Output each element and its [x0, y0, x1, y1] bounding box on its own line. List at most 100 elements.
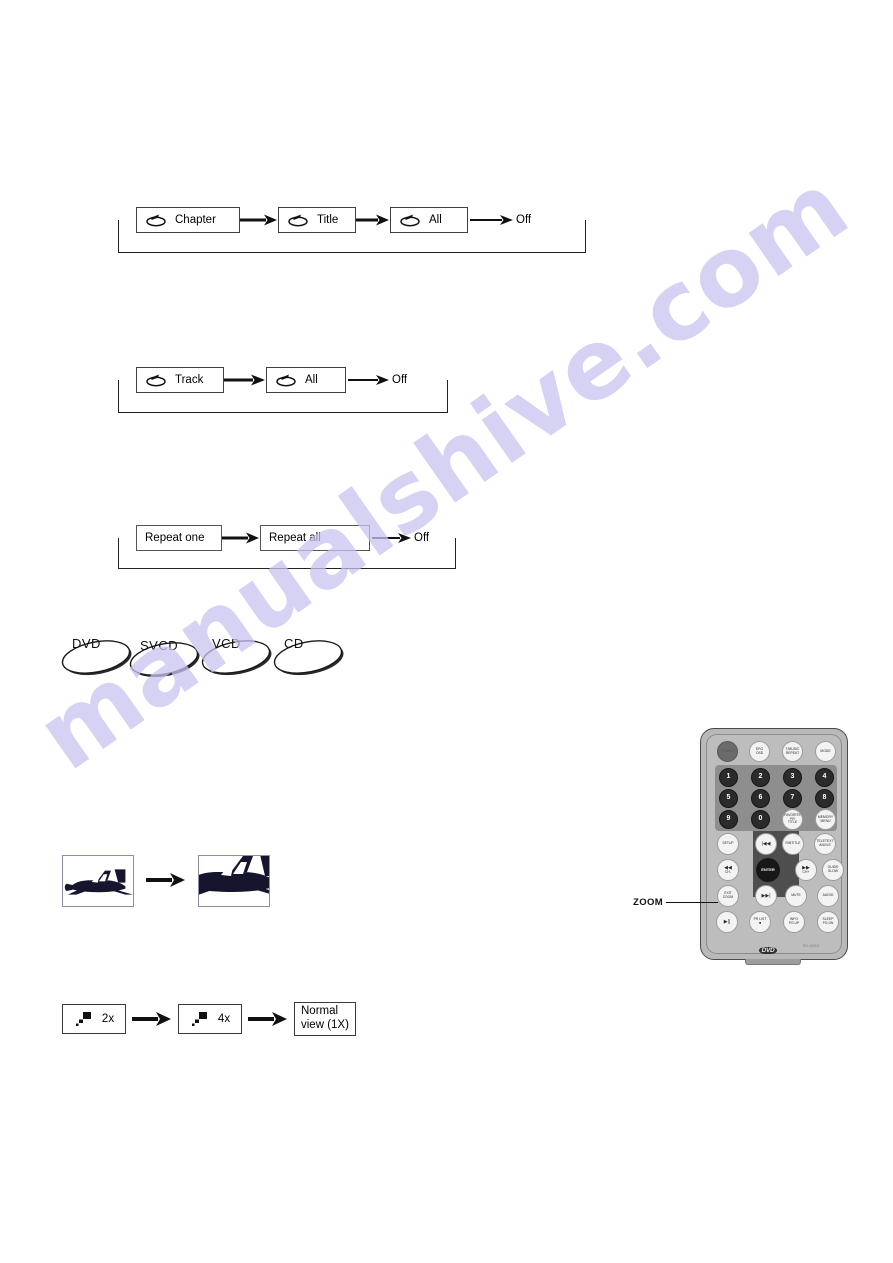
- flow-loop-line: [118, 220, 586, 253]
- repeat-mode-flow: Repeat one Repeat all Off: [118, 525, 458, 573]
- remote-button-num-5[interactable]: 5: [719, 789, 738, 808]
- remote-button-label: MUTE: [791, 893, 801, 898]
- remote-button-info-pg-up[interactable]: INFO PG UP: [783, 911, 805, 933]
- remote-button-num-2[interactable]: 2: [751, 768, 770, 787]
- disc-badge-cd: CD: [270, 634, 348, 680]
- disc-badge-label: DVD: [72, 636, 101, 651]
- remote-button-label: 4: [822, 773, 827, 781]
- remote-button-label: OSD: [755, 750, 764, 755]
- remote-inner-panel: POWER EPG OSD T/MUSIC REPEAT MODE 1 2 3 …: [706, 734, 844, 962]
- magnify-icon: [190, 1010, 210, 1028]
- remote-button-num-0[interactable]: 0: [751, 810, 770, 829]
- zoom-callout-label: ZOOM: [633, 897, 664, 908]
- arrow-right-icon: [146, 872, 186, 893]
- remote-button-audio[interactable]: AUDIO: [817, 885, 839, 907]
- remote-body: POWER EPG OSD T/MUSIC REPEAT MODE 1 2 3 …: [700, 728, 848, 962]
- flow-arrow-icon: [132, 1012, 172, 1026]
- zoom-step-label-line1: Normal: [301, 1005, 339, 1018]
- remote-button-num-4[interactable]: 4: [815, 768, 834, 787]
- remote-button-prev-track[interactable]: |◀◀: [755, 833, 777, 855]
- remote-button-num-8[interactable]: 8: [815, 789, 834, 808]
- disc-badge-label: VCD: [212, 636, 241, 651]
- flow-loop-line: [118, 380, 448, 413]
- remote-button-label: 7: [790, 794, 795, 802]
- remote-model-code: RC-6612: [803, 944, 820, 948]
- zoom-step-normal[interactable]: Normal view (1X): [294, 1002, 356, 1036]
- disc-badge-label: SVCD: [140, 638, 179, 653]
- magnify-icon: [74, 1010, 94, 1028]
- disc-badge-svcd: SVCD: [126, 636, 204, 682]
- airplane-normal-frame: [62, 855, 134, 907]
- remote-button-label: ANGLE: [819, 843, 831, 847]
- remote-button-num-9[interactable]: 9: [719, 810, 738, 829]
- remote-control: POWER EPG OSD T/MUSIC REPEAT MODE 1 2 3 …: [700, 728, 848, 965]
- zoom-callout: ZOOM: [633, 897, 719, 908]
- manual-page: manualshive.com Chapter Title All Off Tr…: [0, 0, 893, 1263]
- remote-button-label: 1: [726, 773, 731, 781]
- remote-button-label: 5: [726, 794, 731, 802]
- flow-arrow-icon: [248, 1012, 288, 1026]
- remote-button-ch-down[interactable]: ◀◀ CH-: [717, 859, 739, 881]
- remote-button-label: ZOOM: [722, 895, 734, 899]
- remote-button-label: SETUP: [722, 841, 734, 846]
- remote-button-favorite-title[interactable]: FAVORITE PR TITLE: [782, 809, 803, 830]
- zoom-step-label: 2x: [101, 1013, 115, 1025]
- airplane-zoomed-frame: [198, 855, 270, 907]
- remote-button-label: CH+: [802, 869, 810, 874]
- remote-button-label: REPEAT: [785, 750, 800, 755]
- remote-button-num-1[interactable]: 1: [719, 768, 738, 787]
- remote-button-memory-menu[interactable]: MEMORY MENU: [815, 809, 836, 830]
- remote-button-label: TITLE: [787, 820, 798, 825]
- track-repeat-flow: Track All Off: [118, 367, 450, 417]
- remote-button-epg-osd[interactable]: EPG OSD: [749, 741, 770, 762]
- disc-badge-vcd: VCD: [198, 634, 276, 680]
- remote-button-subtitle[interactable]: R/BTITLE: [782, 833, 804, 855]
- watermark-overlay: manualshive.com: [0, 0, 893, 1263]
- remote-button-label: ENTER: [761, 866, 775, 872]
- zoom-level-sequence: 2x 4x Normal view (1X): [62, 1002, 356, 1036]
- zoom-step-label-line2: view (1X): [301, 1019, 349, 1031]
- remote-button-label: ▶||: [723, 918, 731, 925]
- remote-button-label: PG UP: [788, 921, 800, 925]
- remote-button-title-music-repeat[interactable]: T/MUSIC REPEAT: [782, 741, 803, 762]
- zoom-step-4x[interactable]: 4x: [178, 1004, 242, 1034]
- remote-button-num-7[interactable]: 7: [783, 789, 802, 808]
- remote-button-sleep-pg-dn[interactable]: SLEEP PG DN: [817, 911, 839, 933]
- remote-button-power[interactable]: POWER: [717, 741, 738, 762]
- disc-badge-dvd: DVD: [58, 634, 136, 680]
- remote-button-num-3[interactable]: 3: [783, 768, 802, 787]
- remote-button-label: 0: [758, 815, 763, 823]
- dvd-repeat-flow: Chapter Title All Off: [118, 207, 588, 257]
- remote-button-num-6[interactable]: 6: [751, 789, 770, 808]
- zoom-step-2x[interactable]: 2x: [62, 1004, 126, 1034]
- zoom-step-label: 4x: [217, 1013, 231, 1025]
- remote-button-label: ▶▶|: [761, 892, 771, 899]
- remote-button-setup[interactable]: SETUP: [717, 833, 739, 855]
- callout-leader-line: [666, 902, 719, 903]
- airplane-zoomed-icon: [199, 856, 269, 895]
- remote-button-label: SLOW: [828, 869, 838, 873]
- remote-button-ch-up[interactable]: ▶▶ CH+: [795, 859, 817, 881]
- remote-button-label: MENU: [820, 818, 831, 823]
- remote-button-label: POWER: [721, 748, 734, 753]
- remote-button-label: AUDIO: [822, 893, 834, 898]
- remote-button-label: 2: [758, 773, 763, 781]
- remote-button-enter[interactable]: ENTER: [756, 858, 780, 882]
- remote-bottom-tab: [745, 959, 801, 965]
- remote-button-guide-slow[interactable]: GUIDE SLOW: [822, 859, 844, 881]
- remote-button-label: CH-: [724, 869, 732, 874]
- remote-button-pr-list-stop[interactable]: PR LIST ■: [749, 911, 771, 933]
- remote-button-label: MODE: [820, 748, 831, 753]
- remote-button-mute[interactable]: MUTE: [785, 885, 807, 907]
- remote-button-next-track[interactable]: ▶▶|: [755, 885, 777, 907]
- airplane-normal-icon: [64, 869, 133, 895]
- remote-button-teletext-angle[interactable]: TELETEXT ANGLE: [814, 833, 836, 855]
- remote-button-mode[interactable]: MODE: [815, 741, 836, 762]
- remote-button-label: 6: [758, 794, 763, 802]
- remote-button-label: R/BTITLE: [785, 841, 801, 846]
- remote-button-play-pause[interactable]: ▶||: [716, 911, 738, 933]
- remote-button-label: 3: [790, 773, 795, 781]
- remote-button-label: PG DN: [822, 921, 834, 925]
- remote-button-label: |◀◀: [761, 840, 771, 847]
- remote-button-exit-zoom[interactable]: EXIT ZOOM: [717, 885, 739, 907]
